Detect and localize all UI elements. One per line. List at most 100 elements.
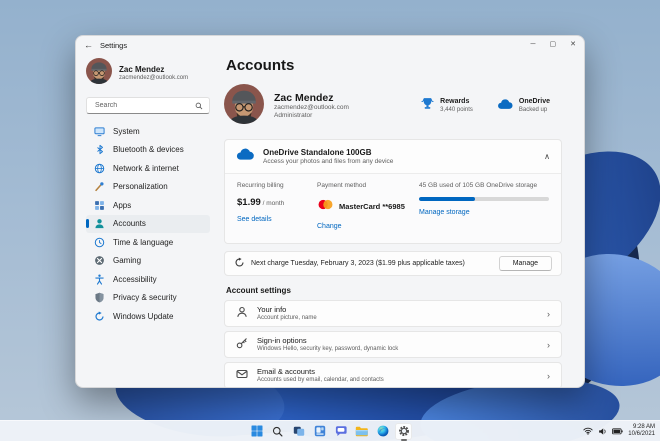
sidebar-item-personalization[interactable]: Personalization (86, 178, 210, 197)
sidebar-item-label: Accessibility (113, 274, 157, 284)
onedrive-cloud-icon (497, 97, 513, 115)
start-button[interactable] (248, 423, 265, 440)
onedrive-card-body: Recurring billing $1.99 / month See deta… (225, 173, 561, 243)
sidebar-item-label: Network & internet (113, 163, 179, 173)
avatar (224, 83, 264, 129)
close-button[interactable]: ✕ (570, 36, 576, 54)
row-subtitle: Windows Hello, security key, password, d… (257, 345, 399, 352)
clock-date: 10/6/2021 (628, 431, 655, 437)
onedrive-plan-title: OneDrive Standalone 100GB (263, 147, 372, 157)
row-title: Sign-in options (257, 336, 307, 345)
onedrive-status: Backed up (518, 107, 548, 114)
storage-usage-label: 45 GB used of 105 GB OneDrive storage (419, 182, 538, 189)
payment-card-value: MasterCard **6985 (339, 201, 405, 211)
accounts-page: Accounts Zac Mendez zacmendez@outlook.co… (216, 54, 584, 387)
desktop: ← Settings ─ ▢ ✕ Zac Mendez zacmendez@ou… (0, 0, 660, 441)
sidebar-item-time-language[interactable]: Time & language (86, 233, 210, 252)
onedrive-plan-subtitle: Access your photos and files from any de… (263, 157, 394, 165)
sign-in-options-row[interactable]: Sign-in options Windows Hello, security … (224, 331, 562, 358)
sidebar-profile[interactable]: Zac Mendez zacmendez@outlook.com (86, 57, 210, 88)
sidebar-item-label: Apps (113, 200, 132, 210)
onedrive-status-pill[interactable]: OneDrive Backed up (497, 97, 550, 115)
person-icon (236, 305, 248, 323)
rewards-icon (421, 97, 434, 115)
rewards-title: Rewards (440, 97, 470, 105)
onedrive-title: OneDrive (518, 97, 550, 105)
chat-icon[interactable] (332, 423, 349, 440)
window-title: Settings (100, 40, 128, 50)
bluetooth-icon (94, 144, 105, 155)
clock-time: 9:28 AM (632, 424, 655, 430)
edge-icon[interactable] (374, 423, 391, 440)
sync-icon (234, 255, 245, 273)
taskbar-clock[interactable]: 9:28 AM 10/6/2021 (628, 424, 655, 438)
taskbar-settings-icon[interactable] (395, 422, 412, 441)
sidebar-item-accessibility[interactable]: Accessibility (86, 270, 210, 289)
minimize-button[interactable]: ─ (531, 36, 536, 54)
onedrive-card-header[interactable]: OneDrive Standalone 100GB Access your ph… (225, 140, 561, 173)
change-payment-link[interactable]: Change (317, 223, 342, 230)
taskbar-search-icon[interactable] (269, 423, 286, 440)
sidebar-item-privacy-security[interactable]: Privacy & security (86, 289, 210, 308)
widgets-icon[interactable] (311, 423, 328, 440)
storage-progress-bar (419, 197, 549, 201)
back-button[interactable]: ← (84, 40, 98, 50)
sidebar-item-system[interactable]: System (86, 122, 210, 141)
search-box[interactable] (86, 97, 210, 114)
next-charge-text: Next charge Tuesday, February 3, 2023 ($… (251, 260, 465, 267)
battery-icon[interactable] (612, 427, 623, 435)
price-period: / month (260, 200, 285, 207)
sidebar-item-apps[interactable]: Apps (86, 196, 210, 215)
rewards-pill[interactable]: Rewards 3,440 points (421, 97, 473, 115)
recurring-billing-label: Recurring billing (237, 182, 284, 189)
price-value: $1.99 (237, 197, 261, 208)
wifi-icon[interactable] (583, 427, 593, 435)
titlebar: ← Settings ─ ▢ ✕ (76, 36, 584, 54)
your-info-row[interactable]: Your info Account picture, name › (224, 300, 562, 327)
key-icon (236, 336, 248, 354)
personalization-icon (94, 181, 105, 192)
sidebar-item-network-internet[interactable]: Network & internet (86, 159, 210, 178)
account-settings-header: Account settings (226, 286, 291, 295)
storage-progress-fill (419, 197, 475, 201)
manage-button[interactable]: Manage (498, 256, 552, 271)
system-icon (94, 126, 105, 137)
manage-storage-link[interactable]: Manage storage (419, 209, 470, 216)
accounts-icon (94, 218, 105, 229)
email-accounts-row[interactable]: Email & accounts Accounts used by email,… (224, 362, 562, 387)
chevron-up-icon[interactable]: ∧ (544, 152, 550, 161)
sidebar-item-accounts[interactable]: Accounts (86, 214, 210, 233)
maximize-button[interactable]: ▢ (550, 36, 557, 54)
profile-email: zacmendez@outlook.com (274, 103, 349, 111)
search-input[interactable] (93, 101, 195, 110)
row-title: Your info (257, 305, 287, 314)
search-icon (195, 97, 203, 115)
apps-icon (94, 200, 105, 211)
sidebar-profile-name: Zac Mendez (119, 64, 165, 74)
onedrive-cloud-icon (236, 148, 254, 166)
system-tray: 9:28 AM 10/6/2021 (583, 421, 655, 441)
mastercard-icon (317, 197, 334, 215)
sidebar-item-label: Bluetooth & devices (113, 145, 184, 155)
shield-icon (94, 292, 105, 303)
sidebar-item-bluetooth-devices[interactable]: Bluetooth & devices (86, 141, 210, 160)
sidebar-item-label: Gaming (113, 256, 142, 266)
sidebar-item-gaming[interactable]: Gaming (86, 252, 210, 271)
sidebar-item-windows-update[interactable]: Windows Update (86, 307, 210, 326)
clock-icon (94, 237, 105, 248)
row-title: Email & accounts (257, 367, 315, 376)
payment-method-section: Payment method MasterCard **6985 Change (317, 182, 419, 233)
row-subtitle: Account picture, name (257, 314, 317, 321)
chevron-right-icon: › (547, 308, 550, 319)
see-details-link[interactable]: See details (237, 216, 272, 223)
update-icon (94, 311, 105, 322)
profile-name: Zac Mendez (274, 91, 334, 104)
storage-section: 45 GB used of 105 GB OneDrive storage Ma… (419, 182, 549, 233)
volume-icon[interactable] (598, 427, 607, 436)
chevron-right-icon: › (547, 370, 550, 381)
file-explorer-icon[interactable] (353, 423, 370, 440)
chevron-right-icon: › (547, 339, 550, 350)
mail-icon (236, 367, 248, 385)
sidebar: Zac Mendez zacmendez@outlook.com System (76, 54, 216, 387)
task-view-icon[interactable] (290, 423, 307, 440)
